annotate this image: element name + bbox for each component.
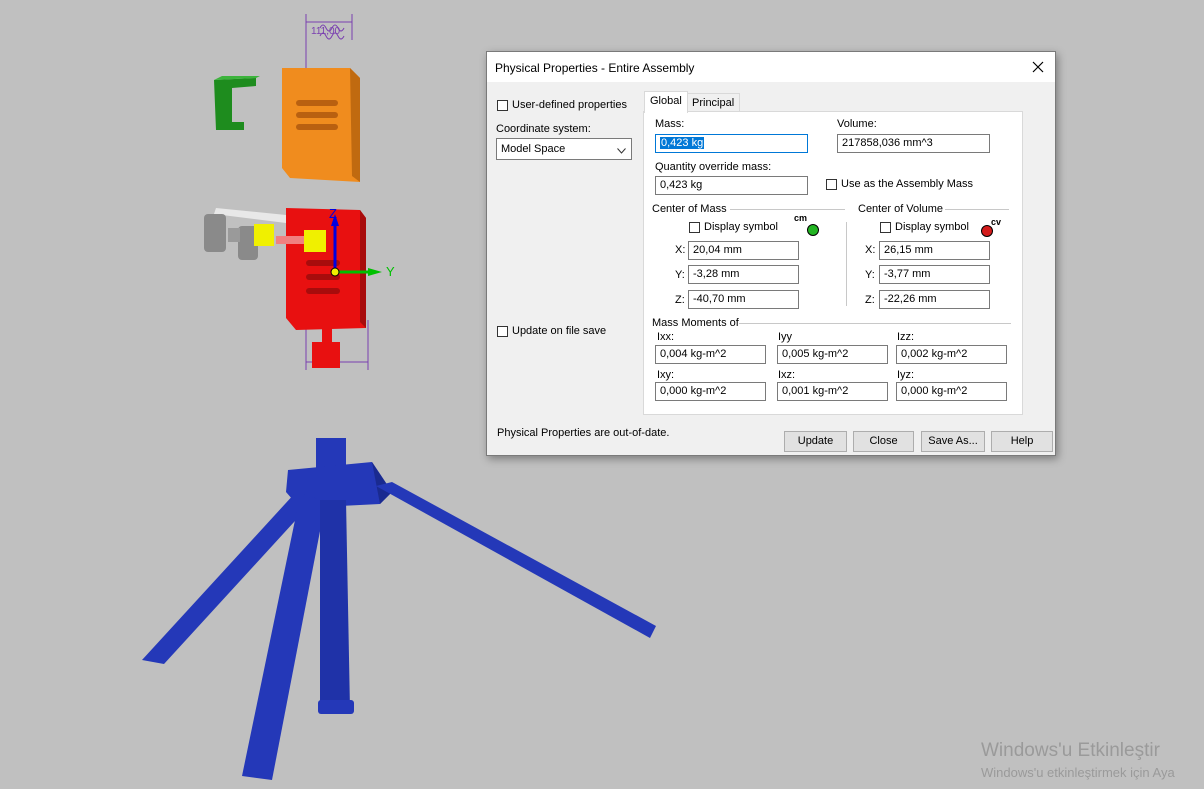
cv-display-symbol-checkbox[interactable]: [880, 222, 891, 233]
cv-z-label: Z:: [865, 294, 875, 306]
cm-z-value: -40,70 mm: [693, 293, 746, 305]
update-on-save-checkbox[interactable]: [497, 326, 508, 337]
cm-symbol-icon: [807, 224, 819, 236]
cm-z-label: Z:: [675, 294, 685, 306]
volume-label: Volume:: [837, 118, 877, 130]
mass-value: 0,423 kg: [660, 137, 705, 149]
cm-y-field[interactable]: -3,28 mm: [688, 265, 799, 284]
ixx-label: Ixx:: [657, 331, 675, 343]
help-button[interactable]: Help: [991, 431, 1053, 452]
cm-x-field[interactable]: 20,04 mm: [688, 241, 799, 260]
update-button[interactable]: Update: [784, 431, 847, 452]
dialog-titlebar[interactable]: Physical Properties - Entire Assembly: [487, 52, 1055, 82]
divider: [846, 222, 847, 306]
axis-z-label: Z: [329, 206, 337, 221]
close-icon[interactable]: [1025, 54, 1051, 80]
activation-watermark-subtitle: Windows'u etkinleştirmek için Aya: [981, 765, 1175, 780]
ixy-field[interactable]: 0,000 kg-m^2: [655, 382, 766, 401]
tab-global-label: Global: [650, 95, 682, 107]
cv-y-field[interactable]: -3,77 mm: [879, 265, 990, 284]
tripod-part[interactable]: [142, 438, 656, 780]
cm-z-field[interactable]: -40,70 mm: [688, 290, 799, 309]
cv-x-value: 26,15 mm: [884, 244, 933, 256]
izz-value: 0,002 kg-m^2: [901, 348, 968, 360]
gear-assembly-part[interactable]: [204, 208, 296, 260]
tab-principal-label: Principal: [692, 97, 735, 109]
close-button[interactable]: Close: [853, 431, 914, 452]
cm-display-symbol-label: Display symbol: [704, 221, 778, 233]
cv-y-value: -3,77 mm: [884, 268, 931, 280]
divider: [945, 209, 1009, 210]
close-button-label: Close: [869, 435, 898, 447]
qty-override-field[interactable]: 0,423 kg: [655, 176, 808, 195]
orange-plate-part[interactable]: [282, 68, 360, 182]
dialog-title: Physical Properties - Entire Assembly: [495, 61, 695, 75]
cv-display-symbol-label: Display symbol: [895, 221, 969, 233]
center-of-volume-title: Center of Volume: [858, 203, 943, 215]
izz-field[interactable]: 0,002 kg-m^2: [896, 345, 1007, 364]
cm-x-value: 20,04 mm: [693, 244, 742, 256]
ixy-label: Ixy:: [657, 369, 675, 381]
iyz-label: Iyz:: [897, 369, 915, 381]
volume-value: 217858,036 mm^3: [842, 137, 933, 149]
coordinate-system-label: Coordinate system:: [496, 123, 591, 135]
divider: [730, 209, 845, 210]
cm-y-label: Y:: [675, 269, 685, 281]
activation-watermark-title: Windows'u Etkinleştir: [981, 740, 1160, 761]
coordinate-system-value: Model Space: [501, 143, 566, 155]
iyz-field[interactable]: 0,000 kg-m^2: [896, 382, 1007, 401]
cv-x-label: X:: [865, 244, 876, 256]
cm-display-symbol-checkbox[interactable]: [689, 222, 700, 233]
mass-field[interactable]: 0,423 kg: [655, 134, 808, 153]
cv-z-field[interactable]: -22,26 mm: [879, 290, 990, 309]
tab-principal[interactable]: Principal: [686, 93, 741, 113]
qty-override-label: Quantity override mass:: [655, 161, 772, 173]
tab-global[interactable]: Global: [644, 91, 688, 113]
qty-override-value: 0,423 kg: [660, 179, 703, 191]
iyz-value: 0,000 kg-m^2: [901, 385, 968, 397]
save-as-button[interactable]: Save As...: [921, 431, 985, 452]
mass-label: Mass:: [655, 118, 685, 130]
user-defined-label: User-defined properties: [512, 99, 627, 111]
cm-symbol-text: cm: [794, 213, 808, 223]
save-as-button-label: Save As...: [928, 435, 978, 447]
ixz-field[interactable]: 0,001 kg-m^2: [777, 382, 888, 401]
center-of-mass-title: Center of Mass: [652, 203, 727, 215]
update-on-save-label: Update on file save: [512, 325, 607, 337]
green-bracket-part[interactable]: [214, 76, 260, 130]
ixx-value: 0,004 kg-m^2: [660, 348, 727, 360]
iyy-label: Iyy: [778, 331, 793, 343]
cv-y-label: Y:: [865, 269, 875, 281]
cv-z-value: -22,26 mm: [884, 293, 937, 305]
user-defined-checkbox[interactable]: [497, 100, 508, 111]
cv-symbol-text: cv: [991, 217, 1002, 227]
update-button-label: Update: [797, 435, 834, 447]
coordinate-system-select[interactable]: Model Space: [496, 138, 632, 160]
iyy-value: 0,005 kg-m^2: [782, 348, 849, 360]
ixx-field[interactable]: 0,004 kg-m^2: [655, 345, 766, 364]
global-tab-panel: [643, 111, 1023, 415]
izz-label: Izz:: [897, 331, 915, 343]
mass-moments-title: Mass Moments of: [652, 317, 739, 329]
physical-properties-dialog[interactable]: Physical Properties - Entire Assembly Us…: [486, 51, 1056, 456]
divider: [739, 323, 1011, 324]
chevron-down-icon: [617, 145, 626, 157]
ixz-value: 0,001 kg-m^2: [782, 385, 849, 397]
ixy-value: 0,000 kg-m^2: [660, 385, 727, 397]
cm-x-label: X:: [675, 244, 686, 256]
red-block-part[interactable]: [254, 208, 366, 368]
axis-y-label: Y: [386, 264, 395, 279]
status-text: Physical Properties are out-of-date.: [497, 427, 670, 439]
ixz-label: Ixz:: [778, 369, 796, 381]
cv-x-field[interactable]: 26,15 mm: [879, 241, 990, 260]
use-assembly-mass-label: Use as the Assembly Mass: [841, 178, 974, 190]
volume-field[interactable]: 217858,036 mm^3: [837, 134, 990, 153]
help-button-label: Help: [1010, 435, 1034, 447]
iyy-field[interactable]: 0,005 kg-m^2: [777, 345, 888, 364]
cm-y-value: -3,28 mm: [693, 268, 740, 280]
use-assembly-mass-checkbox[interactable]: [826, 179, 837, 190]
